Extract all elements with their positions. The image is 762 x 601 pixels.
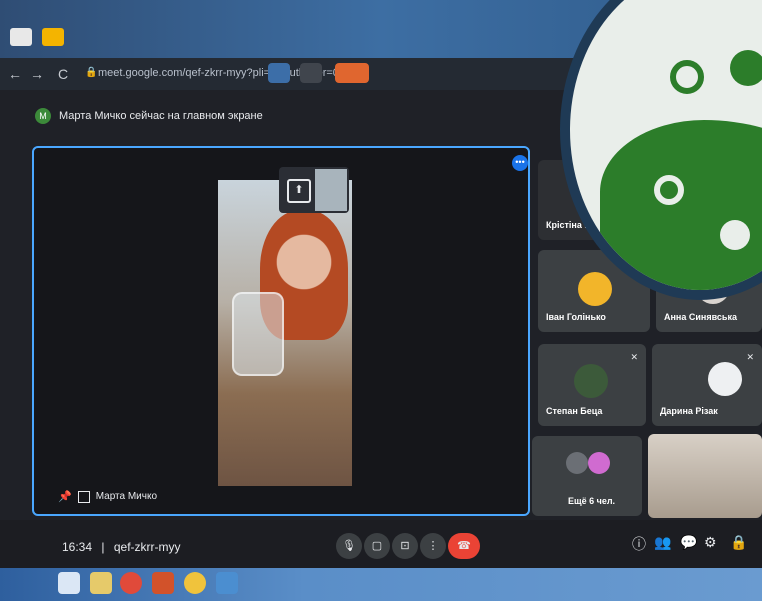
camera-button[interactable]: ▢ [364,533,390,559]
present-button[interactable]: ⊡ [392,533,418,559]
host-controls-icon[interactable]: 🔒 [730,534,747,551]
self-preview[interactable]: ⬆ [279,167,349,213]
logo-ring [654,175,684,205]
logo-green-shape [600,120,762,290]
chat-icon[interactable]: 💬 [680,534,697,551]
participant-avatar [588,452,610,474]
participant-tile[interactable]: ✕ Дарина Різак [652,344,762,426]
end-call-button[interactable]: ☎ [448,533,480,559]
meeting-clock: 16:34 [62,540,93,554]
participant-avatar [708,362,742,396]
screen-photo: ← → C 🔒 meet.google.com/qef-zkrr-myy?pli… [0,0,762,601]
tab-favicon[interactable] [10,28,32,46]
self-thumbnail [315,169,347,211]
participant-avatar [566,452,588,474]
presenter-banner: M Марта Мичко сейчас на главном экране [35,108,263,124]
mic-button[interactable]: 🎙 [336,533,362,559]
logo-dot [730,50,762,86]
logo-dot [720,220,750,250]
extension-icon[interactable] [268,63,290,83]
participant-avatar [574,364,608,398]
more-options-icon[interactable]: ••• [512,155,528,171]
info-separator: | [101,540,105,554]
back-icon[interactable]: ← [8,66,22,82]
record-extension-icon[interactable] [335,63,369,83]
app-icon[interactable] [184,572,206,594]
start-icon[interactable] [58,572,80,594]
glass-object [232,292,284,376]
participant-name: Дарина Різак [660,406,718,416]
mic-off-icon: ✕ [746,352,754,362]
chrome-icon[interactable] [120,572,142,594]
upload-icon[interactable]: ⬆ [287,179,311,203]
participant-video-tile[interactable] [648,434,762,518]
lock-icon: 🔒 [85,67,98,78]
participant-name: Степан Беца [546,406,603,416]
meeting-code: qef-zkrr-myy [113,540,181,554]
presentation-icon [77,490,90,503]
windows-taskbar [0,568,762,601]
presenter-banner-text: Марта Мичко сейчас на главном экране [59,110,263,122]
logo-ring [670,60,704,94]
participant-tile[interactable]: ✕ Степан Беца [538,344,646,426]
presenter-avatar: M [35,108,51,124]
powerpoint-icon[interactable] [152,572,174,594]
more-options-button[interactable]: ⋮ [420,533,446,559]
participant-name: Анна Синявська [664,312,737,322]
extension-icon[interactable] [300,63,322,83]
forward-icon[interactable]: → [30,66,44,82]
activities-icon[interactable]: ⚙ [704,534,717,551]
main-tile-footer: 📌 Марта Мичко [58,490,157,503]
info-icon[interactable]: ⓘ [632,534,646,554]
file-explorer-icon[interactable] [90,572,112,594]
reload-icon[interactable]: C [58,66,68,82]
meet-favicon[interactable] [42,28,64,46]
app-icon[interactable] [216,572,238,594]
more-participants-label: Ещё 6 чел. [568,496,616,506]
main-tile-name: Марта Мичко [95,491,158,502]
mic-off-icon: ✕ [630,352,638,362]
participant-name: Іван Голінько [546,312,606,322]
people-icon[interactable]: 👥 [654,534,671,551]
meeting-info: 16:34 | qef-zkrr-myy [62,540,181,554]
pin-icon[interactable]: 📌 [58,490,72,503]
more-participants-tile[interactable]: Ещё 6 чел. [532,436,642,516]
